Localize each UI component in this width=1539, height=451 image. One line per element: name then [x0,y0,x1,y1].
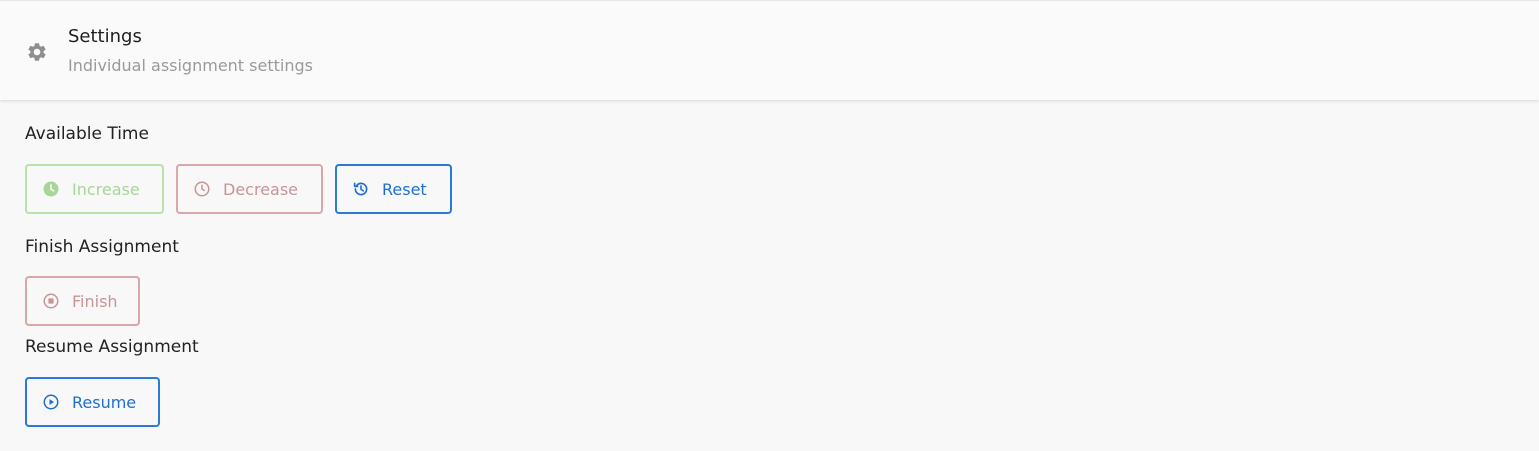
finish-label: Finish [72,291,118,311]
resume-label: Resume [72,392,137,412]
increase-label: Increase [72,179,140,199]
play-circle-icon [43,394,59,410]
decrease-label: Decrease [223,179,299,199]
settings-header: Settings Individual assignment settings [0,0,1539,100]
history-icon [353,182,368,196]
clock-outline-icon [194,181,210,197]
page-title: Settings [68,26,142,47]
stop-circle-icon [43,293,59,309]
reset-button[interactable]: Reset [335,164,452,214]
available-time-label: Available Time [25,124,149,144]
decrease-button[interactable]: Decrease [176,164,323,214]
clock-filled-icon [43,181,59,197]
page-subtitle: Individual assignment settings [68,56,313,75]
gear-icon [28,43,46,61]
resume-assignment-label: Resume Assignment [25,337,199,357]
finish-button[interactable]: Finish [25,276,140,326]
increase-button[interactable]: Increase [25,164,164,214]
resume-button[interactable]: Resume [25,377,160,427]
finish-assignment-label: Finish Assignment [25,237,179,257]
reset-label: Reset [382,179,427,199]
